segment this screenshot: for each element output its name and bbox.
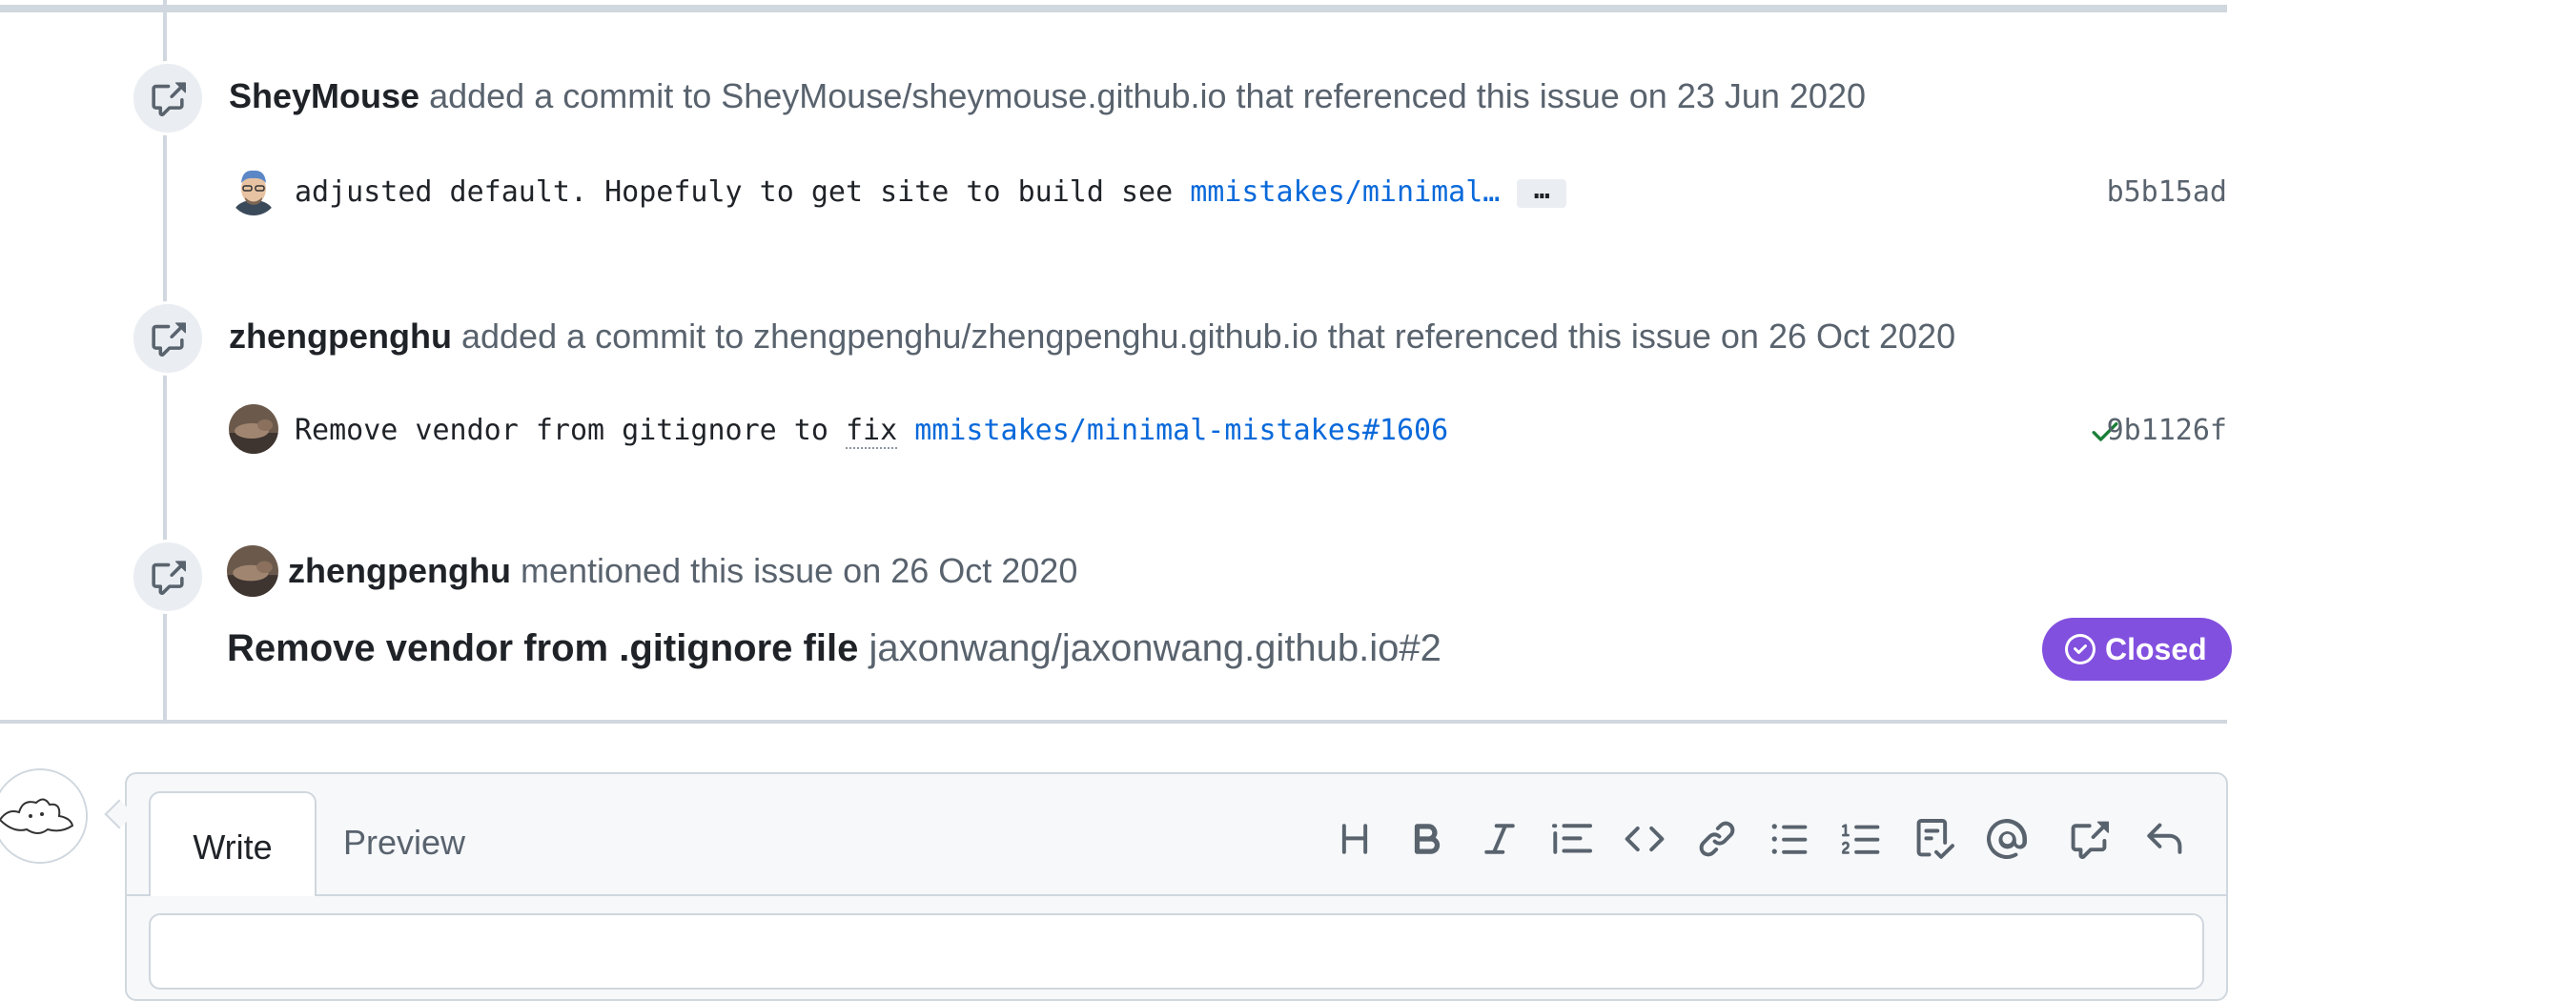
commit-message-keyword: fix <box>845 414 898 449</box>
commit-message: Remove vendor from gitignore to fix mmis… <box>295 412 1448 450</box>
commit-sha[interactable]: b5b15ad <box>2107 174 2227 212</box>
tab-divider <box>125 894 2228 896</box>
commit-message-text[interactable]: adjusted default. Hopefuly to get site t… <box>295 175 1173 209</box>
event-description: zhengpenghu added a commit to zhengpengh… <box>229 316 1955 358</box>
reply-icon[interactable] <box>2141 816 2187 862</box>
task-list-icon[interactable] <box>1912 816 1957 862</box>
avatar[interactable] <box>227 545 278 597</box>
cross-reference-badge <box>131 61 205 135</box>
event-description: SheyMouse added a commit to SheyMouse/sh… <box>229 75 1866 117</box>
code-icon[interactable] <box>1622 816 1667 862</box>
timeline-divider-bottom <box>0 720 2227 724</box>
cross-reference-icon <box>152 322 186 357</box>
avatar[interactable] <box>229 166 278 215</box>
avatar-image <box>227 545 278 597</box>
avatar[interactable] <box>229 404 278 454</box>
quote-icon[interactable] <box>1549 816 1595 862</box>
timeline-divider-top <box>0 5 2227 12</box>
cross-reference-icon <box>152 82 186 116</box>
avatar-image <box>0 770 86 862</box>
commit-message-text[interactable]: Remove vendor from gitignore to <box>295 414 828 447</box>
italic-icon[interactable] <box>1477 816 1523 862</box>
ordered-list-icon[interactable] <box>1839 816 1885 862</box>
cross-reference-icon[interactable] <box>2066 816 2112 862</box>
event-description: zhengpenghu mentioned this issue on 26 O… <box>288 550 1077 592</box>
avatar-image <box>229 166 278 215</box>
referenced-issue-title[interactable]: Remove vendor from .gitignore file <box>227 627 858 669</box>
heading-icon[interactable] <box>1332 816 1378 862</box>
commit-sha[interactable]: 9b1126f <box>2107 412 2227 450</box>
tab-preview[interactable]: Preview <box>343 820 465 866</box>
referenced-issue-number[interactable]: jaxonwang/jaxonwang.github.io#2 <box>869 627 1441 669</box>
expand-commit-button[interactable]: … <box>1517 175 1567 208</box>
event-text: added a commit to SheyMouse/sheymouse.gi… <box>429 76 1866 115</box>
current-user-avatar[interactable] <box>0 768 88 864</box>
cross-reference-badge <box>131 540 205 614</box>
issue-link[interactable]: mmistakes/minimal-mistakes#1606 <box>914 414 1448 447</box>
tab-write[interactable]: Write <box>149 791 317 896</box>
mention-icon[interactable] <box>1984 816 2030 862</box>
cross-reference-badge <box>131 301 205 376</box>
commit-message: adjusted default. Hopefuly to get site t… <box>295 174 1567 212</box>
bold-icon[interactable] <box>1404 816 1450 862</box>
actor-link[interactable]: SheyMouse <box>229 76 419 115</box>
referenced-issue: Remove vendor from .gitignore file jaxon… <box>227 624 1441 672</box>
actor-link[interactable]: zhengpenghu <box>288 551 511 590</box>
cross-reference-icon <box>152 561 186 595</box>
check-circle-icon <box>2065 634 2096 664</box>
status-label: Closed <box>2105 631 2207 666</box>
actor-link[interactable]: zhengpenghu <box>229 317 452 356</box>
unordered-list-icon[interactable] <box>1767 816 1812 862</box>
link-icon[interactable] <box>1694 816 1740 862</box>
event-text: mentioned this issue on 26 Oct 2020 <box>520 551 1078 590</box>
avatar-image <box>229 404 278 454</box>
status-badge: Closed <box>2042 618 2232 681</box>
comment-textarea[interactable] <box>149 913 2204 990</box>
event-text: added a commit to zhengpenghu/zhengpengh… <box>460 317 1956 356</box>
issue-link[interactable]: mmistakes/minimal… <box>1190 175 1500 209</box>
